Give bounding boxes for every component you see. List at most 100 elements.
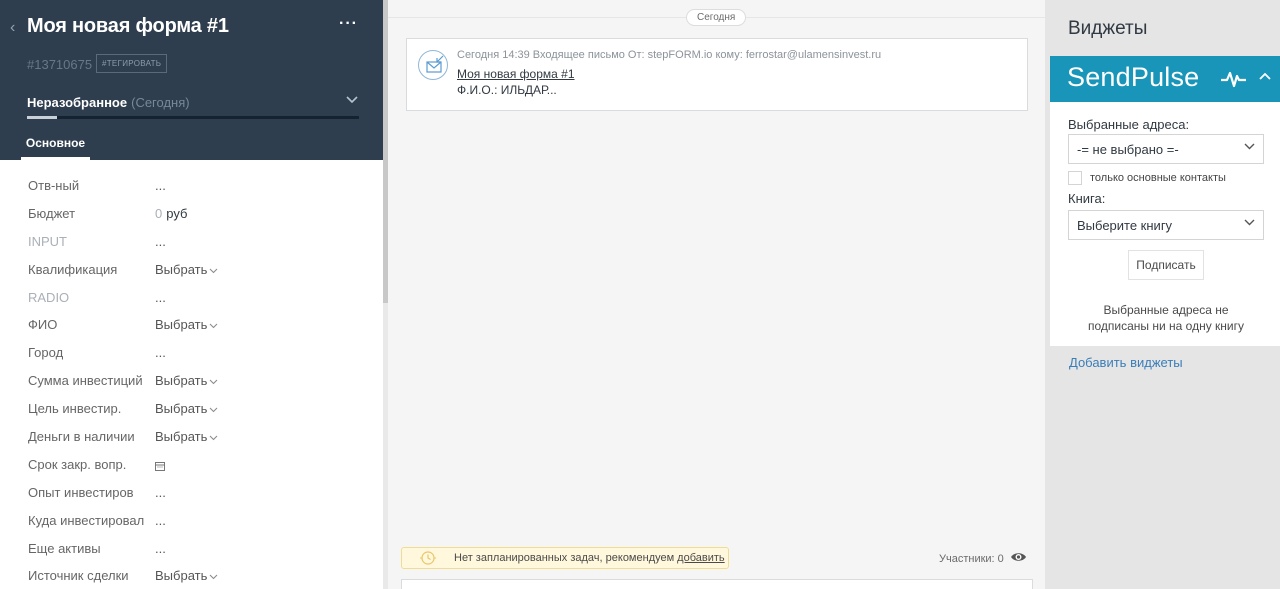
date-pill: Сегодня (686, 9, 747, 26)
chevron-down-icon (209, 321, 218, 331)
subscription-note: Выбранные адреса не подписаны ни на одну… (1088, 303, 1244, 333)
pulse-icon (1221, 71, 1246, 88)
field-select[interactable]: Выбрать (155, 317, 218, 332)
budget-value[interactable]: 0 (155, 206, 162, 221)
field-value-text: Выбрать (155, 429, 208, 445)
field-value[interactable]: ... (155, 178, 166, 193)
field-value[interactable]: ... (155, 541, 166, 556)
field-value-text: ... (155, 484, 166, 500)
back-chevron-icon[interactable]: ‹ (10, 19, 20, 37)
field-value-text: ... (155, 289, 166, 305)
field-select[interactable]: Выбрать (155, 401, 218, 416)
field-select[interactable]: Выбрать (155, 373, 218, 388)
feed-area: Сегодня Сегодня 14:39 Входящее письмо От… (388, 0, 1045, 589)
field-row: Отв-ный... (0, 172, 384, 200)
field-label: Деньги в наличии (28, 429, 135, 445)
chevron-down-icon (1244, 218, 1255, 229)
field-label: Отв-ный (28, 178, 80, 193)
field-row: Источник сделки Выбрать (0, 562, 384, 589)
chevron-down-icon (1244, 142, 1255, 153)
field-value-text: ... (155, 178, 166, 193)
field-label: ФИО (28, 317, 58, 333)
pipeline-status: Неразобранное (27, 95, 128, 110)
note-subject-link[interactable]: Моя новая форма #1 (457, 67, 575, 81)
field-label: Куда инвестировали (28, 512, 144, 528)
more-options-button[interactable]: ··· (339, 15, 358, 33)
field-select[interactable]: Выбрать (155, 429, 218, 444)
clock-icon (420, 551, 436, 565)
chevron-down-icon (209, 572, 218, 582)
chevron-down-icon (209, 405, 218, 415)
field-value-text: Выбрать (155, 317, 208, 333)
field-value-text: Выбрать (155, 401, 208, 417)
field-row: RADIO... (0, 284, 384, 312)
email-note-card[interactable]: Сегодня 14:39 Входящее письмо От: stepFO… (406, 38, 1028, 111)
field-value[interactable]: 0 руб (155, 206, 187, 221)
field-label: Еще активы (28, 540, 101, 556)
addresses-label: Выбранные адреса: (1068, 117, 1190, 132)
field-label: Сумма инвестиций (28, 373, 143, 389)
field-value[interactable]: ... (155, 234, 166, 249)
task-notice: Нет запланированных задач, рекомендуем до… (401, 547, 729, 569)
sendpulse-header[interactable]: SendPulse (1050, 56, 1280, 102)
field-label: Город (28, 345, 64, 361)
widgets-title: Виджеты (1068, 18, 1148, 39)
tag-button[interactable]: #ТЕГИРОВАТЬ (96, 54, 168, 73)
field-value-text: Выбрать (155, 568, 208, 584)
widgets-panel: Виджеты SendPulse Выбранные адреса: -= н… (1045, 0, 1280, 589)
calendar-icon[interactable] (155, 461, 165, 471)
lead-header: ‹ Моя новая форма #1 ··· #13710675 #ТЕГИ… (0, 0, 384, 160)
subscribe-button[interactable]: Подписать (1128, 250, 1204, 280)
field-row: INPUT... (0, 228, 384, 256)
field-value-text: ... (155, 345, 166, 361)
field-label: Цель инвестир. (28, 401, 122, 417)
field-select[interactable]: Выбрать (155, 262, 218, 277)
eye-icon[interactable] (1010, 550, 1027, 564)
addresses-select[interactable]: -= не выбрано =- (1068, 134, 1264, 164)
sendpulse-logo: SendPulse (1067, 62, 1200, 92)
book-select-value: Выберите книгу (1077, 218, 1173, 233)
field-row: Цель инвестир. Выбрать (0, 395, 384, 423)
field-value[interactable]: ... (155, 485, 166, 500)
add-task-link[interactable]: добавить (677, 552, 724, 564)
field-value[interactable]: ... (155, 290, 166, 305)
field-date-picker[interactable] (155, 459, 165, 474)
addresses-select-value: -= не выбрано =- (1077, 142, 1179, 157)
field-value[interactable]: ... (155, 513, 166, 528)
lead-id: #13710675 (27, 57, 93, 72)
currency-label: руб (166, 205, 188, 221)
book-select[interactable]: Выберите книгу (1068, 210, 1264, 240)
chevron-down-icon[interactable] (346, 93, 358, 107)
task-notice-text: Нет запланированных задач, рекомендуем до… (454, 552, 725, 564)
field-value-text: Выбрать (155, 261, 208, 277)
lead-title[interactable]: Моя новая форма #1 (27, 15, 229, 38)
field-row: Квалификация Выбрать (0, 256, 384, 284)
field-value-text: ... (155, 512, 166, 528)
pipeline-progress-bar (27, 116, 359, 119)
field-label: Срок закр. вопр. (28, 456, 127, 472)
field-row: Куда инвестировали... (0, 507, 384, 535)
field-select[interactable]: Выбрать (155, 568, 218, 583)
field-row: Бюджет 0 руб (0, 200, 384, 228)
pipeline-status-selector[interactable]: Неразобранное (Сегодня) (27, 95, 190, 110)
field-label: Источник сделки (28, 568, 129, 584)
only-main-contacts-checkbox[interactable] (1068, 171, 1082, 185)
field-row: Еще активы... (0, 535, 384, 563)
field-row: Город... (0, 339, 384, 367)
field-label: RADIO (28, 289, 70, 305)
note-meta: Сегодня 14:39 Входящее письмо От: stepFO… (457, 49, 882, 61)
field-value[interactable]: ... (155, 345, 166, 360)
field-value-text: ... (155, 233, 166, 249)
field-row: Сумма инвестиций Выбрать (0, 367, 384, 395)
tab-main[interactable]: Основное (21, 128, 90, 160)
field-value-text: ... (155, 540, 166, 556)
chevron-up-icon[interactable] (1259, 68, 1271, 83)
message-composer[interactable] (401, 579, 1033, 589)
add-widgets-link[interactable]: Добавить виджеты (1069, 355, 1183, 370)
field-label: Бюджет (28, 205, 76, 221)
task-notice-label: Нет запланированных задач, рекомендуем (454, 552, 675, 564)
field-value-text: Выбрать (155, 373, 208, 389)
sendpulse-body: Выбранные адреса: -= не выбрано =- тольк… (1050, 102, 1280, 346)
pipeline-status-date: (Сегодня) (131, 95, 190, 110)
incoming-mail-icon (418, 50, 448, 80)
